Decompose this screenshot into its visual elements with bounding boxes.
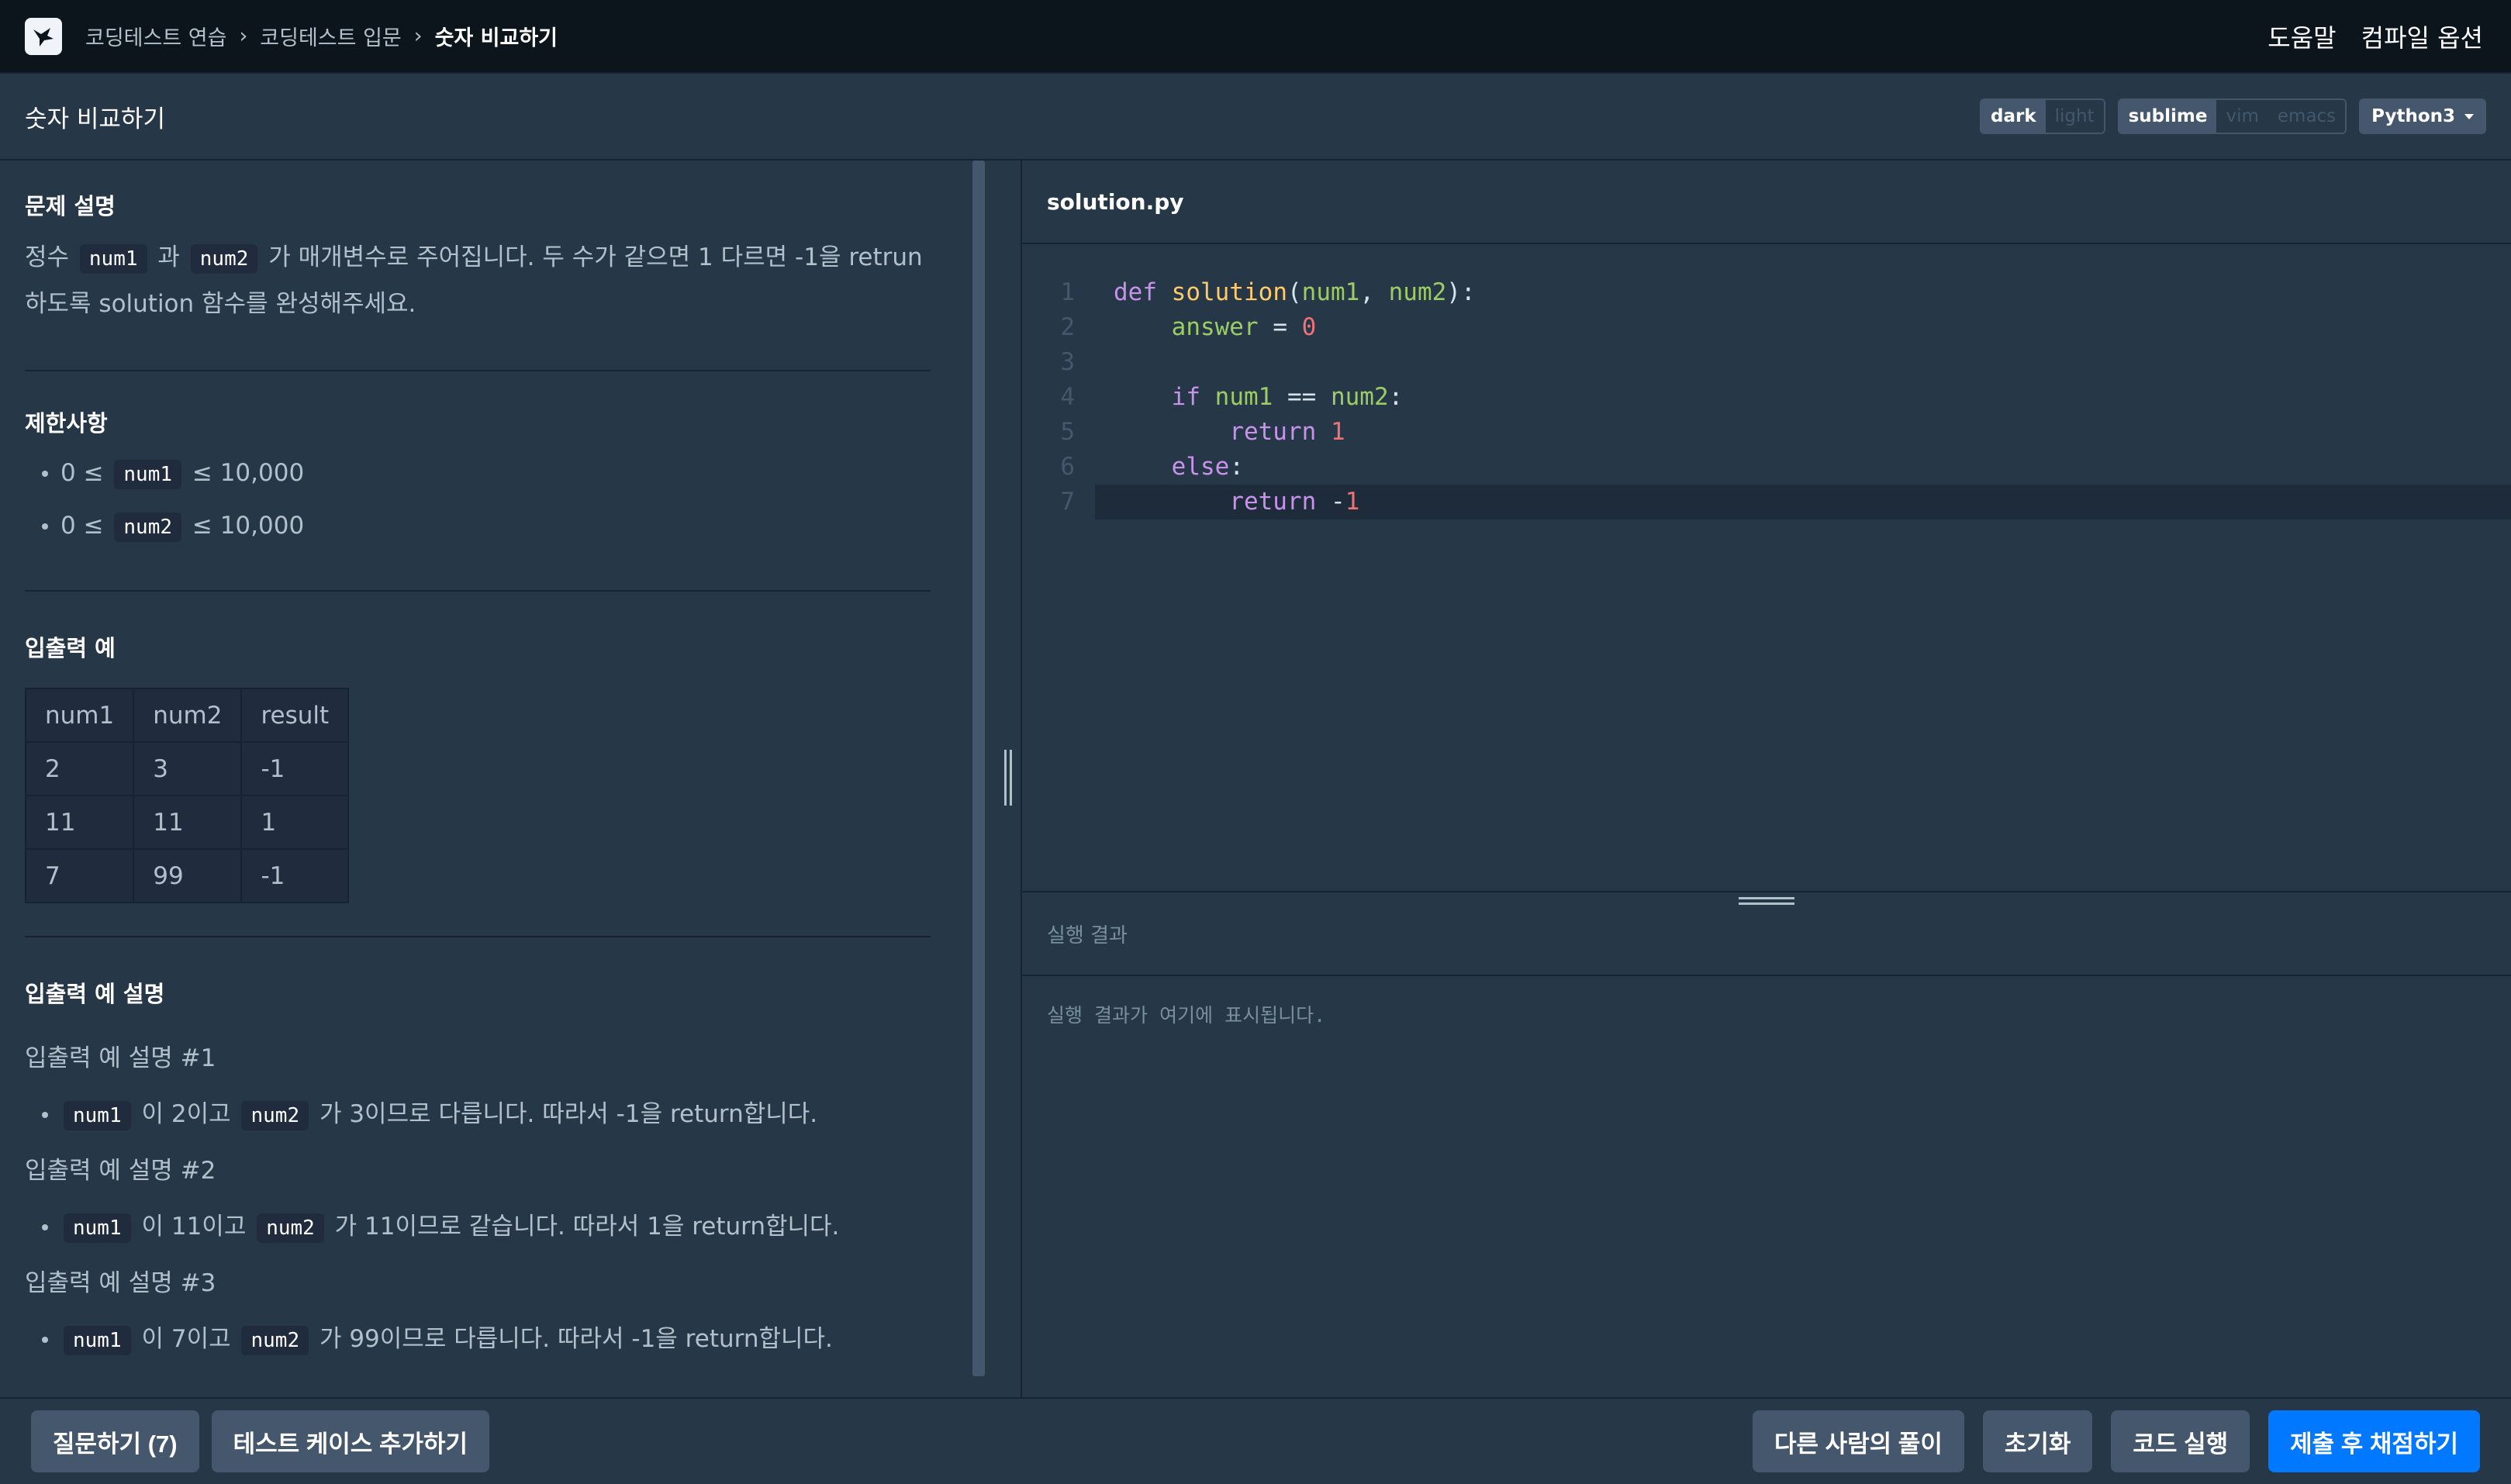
table-cell: 99 (133, 848, 243, 903)
code-editor[interactable]: 1 def solution(num1, num2): 2 answer = 0 … (1022, 244, 2511, 891)
result-output: 실행 결과가 여기에 표시됩니다. (1047, 1004, 1326, 1027)
code-line: 3 (1060, 348, 1075, 376)
limit-item: 0 ≤ num1 ≤ 10,000 (25, 447, 931, 500)
param-num1-code: num1 (79, 244, 147, 274)
table-header: result (240, 688, 350, 743)
table-header: num1 (24, 688, 135, 743)
explain-subtitle: 입출력 예 설명 #2 (25, 1157, 216, 1185)
caret-down-icon (2464, 113, 2474, 119)
io-explain-section: 입출력 예 설명 입출력 예 설명 #1 num1 이 2이고 num2 가 3… (25, 937, 931, 1366)
description-title: 문제 설명 (25, 193, 116, 219)
breadcrumb: 코딩테스트 연습 › 코딩테스트 입문 › 숫자 비교하기 (85, 21, 558, 51)
keymap-toggle: sublime vim emacs (2117, 98, 2347, 134)
add-testcase-button[interactable]: 테스트 케이스 추가하기 (211, 1410, 490, 1472)
table-cell: 2 (24, 741, 135, 796)
compile-options-link[interactable]: 컴파일 옵션 (2361, 19, 2483, 54)
file-name: solution.py (1047, 188, 1184, 215)
table-cell: 1 (240, 795, 350, 850)
code-line: 2 answer = 0 (1060, 313, 1317, 341)
table-cell: 7 (24, 848, 135, 903)
limits-section: 제한사항 0 ≤ num1 ≤ 10,000 0 ≤ num2 ≤ 10,000 (25, 371, 931, 592)
limits-title: 제한사항 (25, 410, 108, 437)
problem-panel: 문제 설명 정수 num1 과 num2 가 매개변수로 주어집니다. 두 수가… (0, 160, 1022, 1397)
keymap-sublime-option[interactable]: sublime (2119, 100, 2217, 133)
resize-handle-horizontal[interactable] (1739, 897, 1794, 913)
table-cell: 3 (133, 741, 243, 796)
io-example-section: 입출력 예 num1 num2 result 2 3 -1 11 11 1 7 … (24, 592, 931, 937)
table-cell: 11 (24, 795, 135, 850)
problem-scrollbar[interactable] (972, 160, 985, 1376)
theme-toggle: dark light (1980, 98, 2105, 134)
table-header-row: num1 num2 result (24, 688, 350, 743)
param-num2-code: num2 (190, 244, 258, 274)
theme-light-option[interactable]: light (2045, 100, 2104, 133)
theme-dark-option[interactable]: dark (1981, 100, 2046, 133)
result-title: 실행 결과 (1047, 923, 1128, 947)
chevron-right-icon: › (239, 24, 248, 48)
explain-item: num1 이 11이고 num2 가 11이므로 같습니다. 따라서 1을 re… (25, 1201, 931, 1254)
chevron-right-icon: › (413, 24, 423, 48)
io-explain-title: 입출력 예 설명 (25, 981, 165, 1007)
code-line: 1 def solution(num1, num2): (1060, 278, 1476, 306)
table-row: 7 99 -1 (24, 848, 350, 903)
language-select-value: Python3 (2371, 106, 2455, 126)
io-example-title: 입출력 예 (25, 635, 116, 661)
others-solution-button[interactable]: 다른 사람의 풀이 (1752, 1410, 1964, 1472)
editor-header: solution.py (1022, 160, 2511, 244)
io-example-table: num1 num2 result 2 3 -1 11 11 1 7 99 -1 (24, 688, 350, 903)
code-line: 5 return 1 (1060, 418, 1345, 446)
explain-item: num1 이 7이고 num2 가 99이므로 다릅니다. 따라서 -1을 re… (25, 1313, 931, 1366)
table-row: 11 11 1 (24, 795, 350, 850)
submit-button[interactable]: 제출 후 채점하기 (2268, 1410, 2480, 1472)
keymap-emacs-option[interactable]: emacs (2267, 100, 2346, 133)
description-text: 정수 num1 과 num2 가 매개변수로 주어집니다. 두 수가 같으면 1… (25, 243, 923, 318)
explain-subtitle: 입출력 예 설명 #3 (25, 1269, 216, 1297)
programmers-logo-icon[interactable] (25, 17, 62, 55)
run-code-button[interactable]: 코드 실행 (2111, 1410, 2250, 1472)
table-cell: -1 (240, 848, 350, 903)
language-select[interactable]: Python3 (2359, 98, 2486, 134)
breadcrumb-current: 숫자 비교하기 (434, 26, 558, 50)
breadcrumb-practice[interactable]: 코딩테스트 연습 (85, 21, 226, 51)
problem-title-bar: 숫자 비교하기 dark light sublime vim emacs Pyt… (0, 74, 2511, 160)
description-section: 문제 설명 정수 num1 과 num2 가 매개변수로 주어집니다. 두 수가… (25, 160, 931, 371)
reset-button[interactable]: 초기화 (1982, 1410, 2093, 1472)
table-cell: 11 (133, 795, 243, 850)
footer-toolbar: 질문하기 (7) 테스트 케이스 추가하기 다른 사람의 풀이 초기화 코드 실… (0, 1397, 2511, 1484)
table-header: num2 (133, 688, 243, 743)
explain-item: num1 이 2이고 num2 가 3이므로 다릅니다. 따라서 -1을 ret… (25, 1089, 931, 1141)
resize-handle-vertical[interactable] (1000, 750, 1016, 806)
code-line: 6 else: (1060, 453, 1244, 481)
limit-item: 0 ≤ num2 ≤ 10,000 (25, 500, 931, 553)
code-line: 4 if num1 == num2: (1060, 383, 1404, 411)
page-title: 숫자 비교하기 (25, 105, 165, 133)
breadcrumb-intro[interactable]: 코딩테스트 입문 (260, 21, 401, 51)
question-button[interactable]: 질문하기 (7) (31, 1410, 199, 1472)
help-link[interactable]: 도움말 (2267, 19, 2336, 54)
code-line: 7 return -1 (1060, 488, 1360, 516)
explain-subtitle: 입출력 예 설명 #1 (25, 1044, 216, 1072)
table-row: 2 3 -1 (24, 741, 350, 796)
top-nav: 코딩테스트 연습 › 코딩테스트 입문 › 숫자 비교하기 도움말 컴파일 옵션 (0, 0, 2511, 74)
table-cell: -1 (240, 741, 350, 796)
keymap-vim-option[interactable]: vim (2216, 100, 2268, 133)
